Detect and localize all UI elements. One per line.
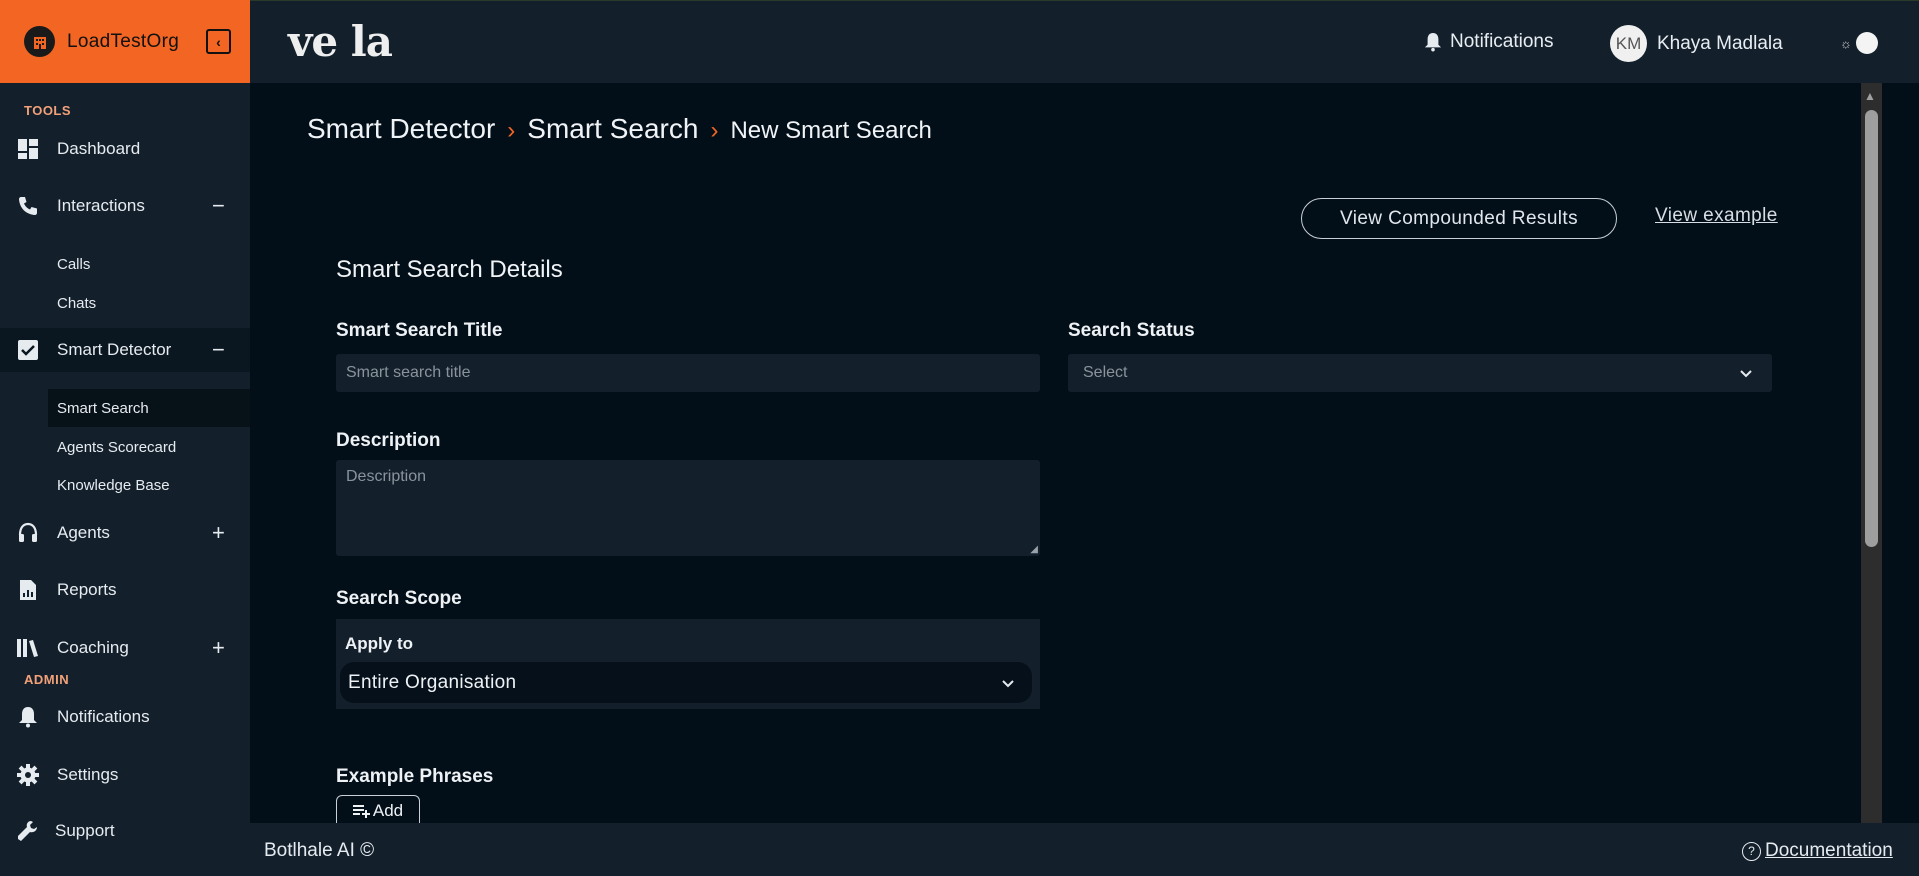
report-icon xyxy=(16,578,40,602)
expand-icon[interactable]: + xyxy=(212,637,225,659)
collapse-icon[interactable]: − xyxy=(212,339,225,361)
chevron-right-icon: › xyxy=(507,117,516,144)
scope-panel: Apply to Entire Organisation xyxy=(336,619,1040,709)
view-compounded-results-button[interactable]: View Compounded Results xyxy=(1301,198,1617,239)
title-input[interactable]: Smart search title xyxy=(336,354,1040,392)
books-icon xyxy=(16,636,40,660)
sidebar-item-label: Smart Detector xyxy=(57,340,172,359)
documentation-label: Documentation xyxy=(1765,840,1893,861)
sidebar-subitem-agents-scorecard[interactable]: Agents Scorecard xyxy=(48,428,250,466)
description-textarea[interactable]: Description ◢ xyxy=(336,460,1040,556)
wrench-icon xyxy=(16,819,40,843)
tools-section-label: TOOLS xyxy=(24,103,72,118)
user-name: Khaya Madlala xyxy=(1657,32,1783,54)
documentation-link[interactable]: ? Documentation xyxy=(1742,840,1893,862)
sidebar-subitem-calls[interactable]: Calls xyxy=(48,245,250,283)
avatar: KM xyxy=(1610,25,1647,62)
chevron-down-icon xyxy=(1740,365,1752,381)
headset-icon xyxy=(16,521,40,545)
view-example-link[interactable]: View example xyxy=(1655,205,1778,227)
sidebar: LoadTestOrg ‹ TOOLS Dashboard Interactio… xyxy=(0,0,250,876)
status-select[interactable]: Select xyxy=(1068,354,1772,392)
admin-section-label: ADMIN xyxy=(24,672,70,687)
status-field-label: Search Status xyxy=(1068,320,1195,341)
notifications-button[interactable]: Notifications xyxy=(1424,31,1554,53)
add-phrase-button[interactable]: Add xyxy=(336,795,420,826)
description-placeholder: Description xyxy=(346,468,427,485)
phone-icon xyxy=(16,194,40,218)
sidebar-item-notifications[interactable]: Notifications xyxy=(0,695,250,739)
chevron-down-icon xyxy=(1002,675,1014,691)
apply-to-label: Apply to xyxy=(345,634,413,653)
help-icon: ? xyxy=(1742,841,1761,861)
user-menu[interactable]: KM Khaya Madlala xyxy=(1610,25,1783,62)
sidebar-subitem-label: Chats xyxy=(57,294,97,312)
sidebar-item-label: Reports xyxy=(57,580,117,599)
sidebar-subitem-knowledge-base[interactable]: Knowledge Base xyxy=(48,466,250,504)
sidebar-item-dashboard[interactable]: Dashboard xyxy=(0,127,250,171)
sidebar-item-label: Agents xyxy=(57,523,110,542)
breadcrumb-current: New Smart Search xyxy=(730,117,932,144)
sidebar-item-interactions[interactable]: Interactions − xyxy=(0,184,250,228)
apply-to-value: Entire Organisation xyxy=(348,671,517,693)
copyright-text: Botlhale AI © xyxy=(264,840,375,861)
sidebar-item-label: Settings xyxy=(57,765,119,784)
sidebar-item-smart-detector[interactable]: Smart Detector − xyxy=(0,328,250,372)
sidebar-item-settings[interactable]: Settings xyxy=(0,753,250,797)
scroll-up-icon[interactable]: ▲ xyxy=(1864,89,1876,103)
sidebar-subitem-label: Agents Scorecard xyxy=(57,438,177,456)
status-select-value: Select xyxy=(1083,364,1128,381)
sidebar-item-label: Notifications xyxy=(57,707,150,726)
sidebar-item-label: Interactions xyxy=(57,196,145,215)
sidebar-item-agents[interactable]: Agents + xyxy=(0,511,250,555)
dashboard-icon xyxy=(16,137,40,161)
sidebar-item-label: Dashboard xyxy=(57,139,141,158)
scope-field-label: Search Scope xyxy=(336,588,462,609)
sidebar-subitem-chats[interactable]: Chats xyxy=(48,284,250,322)
sidebar-subitem-label: Smart Search xyxy=(57,399,149,417)
add-label: Add xyxy=(372,801,404,820)
toggle-knob xyxy=(1855,32,1878,54)
resize-grip-icon[interactable]: ◢ xyxy=(1030,544,1038,555)
org-header: LoadTestOrg ‹ xyxy=(0,0,250,83)
notifications-label: Notifications xyxy=(1450,31,1554,52)
org-building-icon xyxy=(24,26,55,57)
title-field-label: Smart Search Title xyxy=(336,320,503,341)
chevron-right-icon: › xyxy=(710,117,719,144)
theme-toggle[interactable]: ☼ xyxy=(1840,32,1878,54)
sidebar-subitem-label: Calls xyxy=(57,255,91,273)
brand-wordmark: ve la xyxy=(288,17,393,66)
collapse-sidebar-icon[interactable]: ‹ xyxy=(206,29,231,54)
sun-icon: ☼ xyxy=(1840,35,1852,51)
playlist-add-icon xyxy=(352,805,370,818)
breadcrumb-smart-search[interactable]: Smart Search xyxy=(527,113,698,145)
apply-to-select[interactable]: Entire Organisation xyxy=(340,662,1032,703)
breadcrumb-smart-detector[interactable]: Smart Detector xyxy=(307,113,495,145)
gear-icon xyxy=(16,763,40,787)
sidebar-subitem-label: Knowledge Base xyxy=(57,476,170,494)
phrases-field-label: Example Phrases xyxy=(336,766,494,787)
breadcrumb: Smart Detector › Smart Search › New Smar… xyxy=(307,113,932,145)
section-title: Smart Search Details xyxy=(336,256,563,283)
bell-icon xyxy=(16,705,40,729)
topbar: ve la Notifications KM Khaya Madlala ☼ xyxy=(250,0,1919,83)
sidebar-item-label: Support xyxy=(55,821,115,840)
scrollbar[interactable]: ▲ xyxy=(1861,83,1882,823)
expand-icon[interactable]: + xyxy=(212,522,225,544)
description-field-label: Description xyxy=(336,430,441,451)
org-name[interactable]: LoadTestOrg xyxy=(67,31,179,53)
sidebar-item-label: Coaching xyxy=(57,638,129,657)
collapse-icon[interactable]: − xyxy=(212,195,225,217)
bell-icon xyxy=(1424,33,1442,52)
scroll-thumb[interactable] xyxy=(1865,110,1878,547)
brand-logo: ve la xyxy=(288,17,393,66)
checkbox-check-icon xyxy=(16,338,40,362)
sidebar-item-support[interactable]: Support xyxy=(0,809,250,853)
sidebar-subitem-smart-search[interactable]: Smart Search xyxy=(48,389,250,427)
sidebar-item-reports[interactable]: Reports xyxy=(0,568,250,612)
sidebar-item-coaching[interactable]: Coaching + xyxy=(0,626,250,670)
footer: Botlhale AI © ? Documentation xyxy=(250,823,1919,876)
